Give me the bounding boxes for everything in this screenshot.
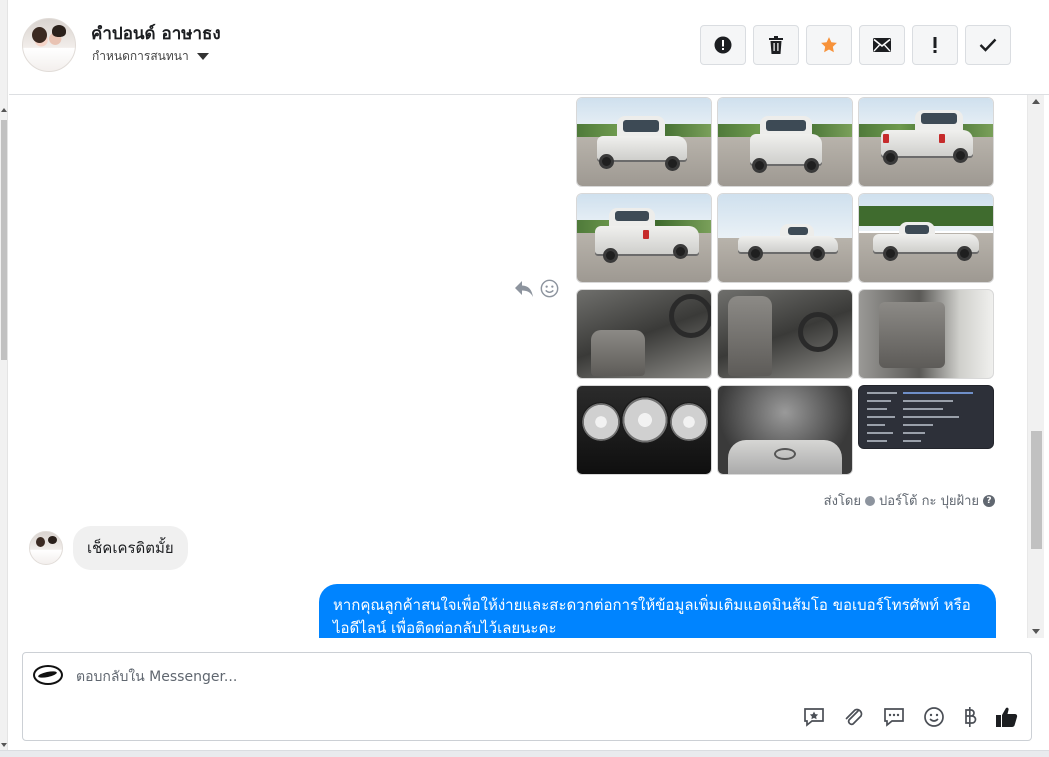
car-photo[interactable]: [717, 97, 853, 187]
trash-icon: [769, 36, 783, 54]
car-photo[interactable]: [576, 193, 712, 283]
check-icon: [979, 38, 997, 52]
incoming-message: เช็คเครดิตมั้ย: [29, 526, 188, 570]
reply-composer: [22, 652, 1032, 741]
sent-by-info: ส่งโดย ปอร์โต้ กะ ปุยฝ้าย ?: [824, 490, 995, 511]
sent-by-label: ส่งโดย: [823, 494, 861, 509]
car-photo[interactable]: [576, 97, 712, 187]
star-icon: [821, 37, 837, 53]
contact-avatar-small: [29, 531, 63, 565]
attachment-icon[interactable]: [843, 707, 865, 727]
alert-circle-icon: [714, 36, 732, 54]
photo-attachment-grid: [576, 97, 994, 475]
conversation-header: คำปอนด์ อาษาธง กำหนดการสนทนา: [9, 0, 1049, 95]
left-scrollbar[interactable]: [0, 0, 8, 757]
report-spam-button[interactable]: [700, 25, 746, 65]
message-actions: [514, 279, 559, 298]
message-thread[interactable]: ส่งโดย ปอร์โต้ กะ ปุยฝ้าย ? เช็คเครดิตมั…: [9, 95, 1027, 638]
emoji-icon[interactable]: [923, 706, 945, 728]
car-photo[interactable]: [576, 385, 712, 475]
car-photo[interactable]: [576, 289, 712, 379]
contact-name[interactable]: คำปอนด์ อาษาธง: [91, 20, 221, 47]
assign-conversation-dropdown[interactable]: กำหนดการสนทนา: [92, 47, 209, 66]
reply-icon[interactable]: [514, 280, 534, 298]
thumbs-up-icon[interactable]: [995, 706, 1019, 728]
car-photo[interactable]: [858, 193, 994, 283]
car-photo[interactable]: [858, 97, 994, 187]
car-photo[interactable]: [717, 289, 853, 379]
scroll-up-arrow-icon[interactable]: [1032, 99, 1040, 104]
conversation-toolbar: [700, 25, 1011, 65]
messenger-inbox-window: คำปอนด์ อาษาธง กำหนดการสนทนา ส่งโดย ปอร์…: [0, 0, 1049, 757]
incoming-message-bubble[interactable]: เช็คเครดิตมั้ย: [73, 526, 188, 570]
outgoing-message-bubble[interactable]: หากคุณลูกค้าสนใจเพื่อให้ง่ายและสะดวกต่อก…: [319, 584, 996, 638]
scroll-down-arrow-icon[interactable]: [1, 743, 7, 747]
contact-avatar[interactable]: [22, 18, 76, 72]
car-photo[interactable]: [717, 385, 853, 475]
baht-icon[interactable]: [963, 706, 977, 728]
envelope-icon: [873, 38, 891, 52]
mark-unread-button[interactable]: [859, 25, 905, 65]
document-photo[interactable]: [858, 385, 994, 449]
help-icon[interactable]: ?: [983, 494, 995, 507]
page-verified-icon: [865, 495, 875, 506]
exclamation-icon: [933, 37, 937, 53]
caret-down-icon: [196, 53, 209, 60]
page-avatar: [33, 665, 63, 685]
scrollbar-thumb[interactable]: [1031, 431, 1042, 549]
delete-button[interactable]: [753, 25, 799, 65]
sent-by-name[interactable]: ปอร์โต้ กะ ปุยฝ้าย: [879, 490, 979, 511]
thread-scrollbar[interactable]: [1027, 95, 1044, 638]
car-photo[interactable]: [858, 289, 994, 379]
emoji-react-icon[interactable]: [540, 279, 559, 298]
reply-input[interactable]: [76, 667, 776, 687]
scroll-up-arrow-icon[interactable]: [1, 108, 7, 112]
car-photo[interactable]: [717, 193, 853, 283]
composer-toolbar: [803, 706, 1019, 728]
scroll-down-arrow-icon[interactable]: [1032, 629, 1040, 634]
done-button[interactable]: [965, 25, 1011, 65]
bottom-bar: [0, 750, 1049, 757]
star-button[interactable]: [806, 25, 852, 65]
follow-up-button[interactable]: [912, 25, 958, 65]
saved-reply-icon[interactable]: [803, 707, 825, 727]
chat-bubble-icon[interactable]: [883, 707, 905, 727]
assign-label: กำหนดการสนทนา: [92, 49, 189, 63]
scrollbar-thumb[interactable]: [1, 120, 7, 360]
